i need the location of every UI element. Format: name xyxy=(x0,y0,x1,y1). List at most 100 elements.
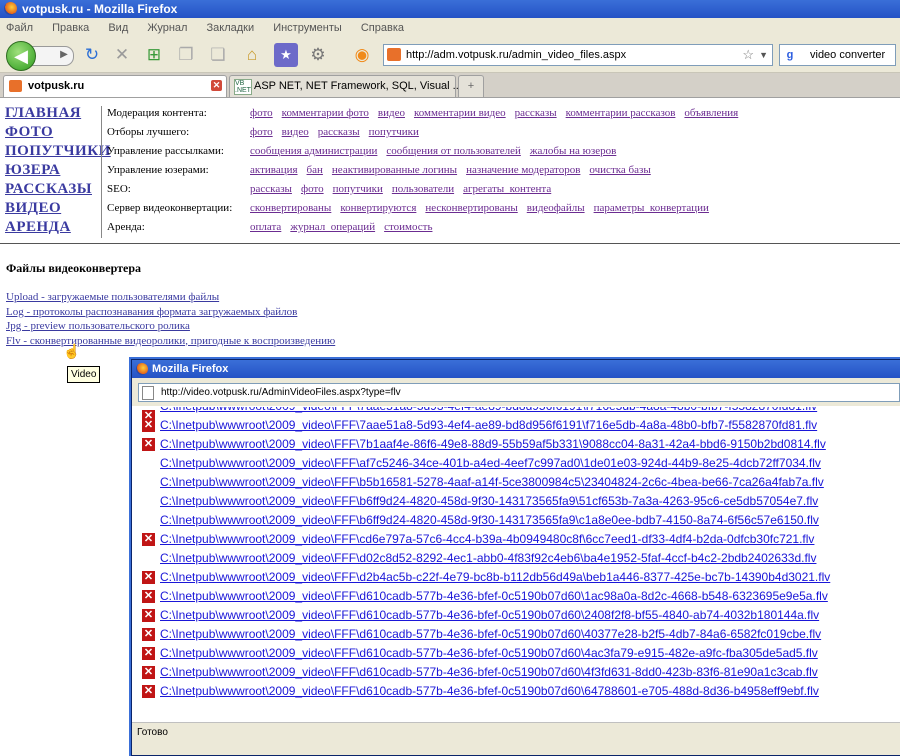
category-link[interactable]: сконвертированы xyxy=(250,202,331,214)
category-link[interactable]: комментарии рассказов xyxy=(566,107,676,119)
google-search-icon[interactable]: g xyxy=(783,48,797,62)
file-link[interactable]: C:\Inetpub\wwwroot\2009_video\FFF\d02c8d… xyxy=(160,549,816,568)
popup-url-field[interactable]: http://video.votpusk.ru/AdminVideoFiles.… xyxy=(138,383,900,402)
nav-yuzera[interactable]: ЮЗЕРА xyxy=(5,161,100,180)
rss-icon[interactable]: ◉ xyxy=(350,43,374,67)
stop-icon[interactable]: ✕ xyxy=(110,43,134,67)
category-link[interactable]: неактивированные логины xyxy=(332,164,457,176)
category-link[interactable]: активация xyxy=(250,164,298,176)
back-arrow-icon[interactable]: ◀ xyxy=(6,41,36,71)
category-link[interactable]: конвертируются xyxy=(340,202,416,214)
category-link[interactable]: оплата xyxy=(250,221,281,233)
tab-aspnet[interactable]: VB .NET ASP NET, NET Framework, SQL, Vis… xyxy=(229,75,462,97)
window-titlebar[interactable]: votpusk.ru - Mozilla Firefox xyxy=(0,0,900,18)
category-link[interactable]: рассказы xyxy=(515,107,557,119)
category-link[interactable]: сообщения администрации xyxy=(250,145,377,157)
forward-arrow-icon[interactable]: ▶ xyxy=(52,43,76,67)
address-url[interactable]: http://adm.votpusk.ru/admin_video_files.… xyxy=(406,45,626,65)
category-link[interactable]: фото xyxy=(250,107,273,119)
bookmark-star-icon[interactable]: ★ xyxy=(274,43,298,67)
category-label: Аренда: xyxy=(107,221,145,233)
category-link[interactable]: сообщения от пользователей xyxy=(386,145,520,157)
file-link[interactable]: C:\Inetpub\wwwroot\2009_video\FFF\b6ff9d… xyxy=(160,511,819,530)
file-link[interactable]: C:\Inetpub\wwwroot\2009_video\FFF\d610ca… xyxy=(160,606,819,625)
nav-divider xyxy=(101,106,102,238)
category-link[interactable]: видео xyxy=(282,126,309,138)
category-link[interactable]: попутчики xyxy=(333,183,383,195)
bookmark-this-icon[interactable]: ☆ xyxy=(742,45,754,65)
menu-view[interactable]: Вид xyxy=(108,18,128,38)
popup-titlebar[interactable]: Mozilla Firefox xyxy=(132,360,900,378)
category-link[interactable]: несконвертированы xyxy=(425,202,517,214)
category-link[interactable]: стоимость xyxy=(384,221,432,233)
file-row: ✕ C:\Inetpub\wwwroot\2009_video\FFF\d610c… xyxy=(140,606,900,625)
file-list: ✕ C:\Inetpub\wwwroot\2009_video\FFF\7aae5… xyxy=(140,407,900,718)
menu-tools[interactable]: Инструменты xyxy=(273,18,342,38)
search-box[interactable]: g video converter xyxy=(779,44,896,66)
category-link[interactable]: объявления xyxy=(684,107,738,119)
new-tab-button[interactable]: + xyxy=(458,75,484,97)
tab-label: votpusk.ru xyxy=(28,80,85,92)
file-link[interactable]: C:\Inetpub\wwwroot\2009_video\FFF\d610ca… xyxy=(160,587,828,606)
category-link[interactable]: назначение модераторов xyxy=(466,164,580,176)
nav-arenda[interactable]: АРЕНДА xyxy=(5,218,100,237)
addons-icon[interactable]: ⚙ xyxy=(306,43,330,67)
file-link[interactable]: C:\Inetpub\wwwroot\2009_video\FFF\7aae51… xyxy=(160,416,817,435)
search-input[interactable]: video converter xyxy=(810,45,885,65)
file-link[interactable]: C:\Inetpub\wwwroot\2009_video\FFF\d610ca… xyxy=(160,625,821,644)
log-link[interactable]: Log - протоколы распознавания формата за… xyxy=(6,305,335,320)
file-link[interactable]: C:\Inetpub\wwwroot\2009_video\FFF\b6ff9d… xyxy=(160,492,818,511)
home-icon[interactable]: ⌂ xyxy=(240,43,264,67)
tab-label: ASP NET, NET Framework, SQL, Visual ... xyxy=(254,80,462,92)
file-link[interactable]: C:\Inetpub\wwwroot\2009_video\FFF\d2b4ac… xyxy=(160,568,830,587)
reload-icon[interactable]: ↻ xyxy=(80,43,104,67)
file-link[interactable]: C:\Inetpub\wwwroot\2009_video\FFF\cd6e79… xyxy=(160,530,814,549)
close-tab-icon[interactable]: ✕ xyxy=(211,80,222,91)
file-link[interactable]: C:\Inetpub\wwwroot\2009_video\FFF\d610ca… xyxy=(160,682,819,701)
copy-icon[interactable]: ❐ xyxy=(174,43,198,67)
address-bar[interactable]: http://adm.votpusk.ru/admin_video_files.… xyxy=(383,44,773,66)
popup-statusbar: Готово xyxy=(132,722,900,755)
category-link[interactable]: параметры_конвертации xyxy=(594,202,709,214)
paste-icon[interactable]: ❏ xyxy=(206,43,230,67)
file-link[interactable]: C:\Inetpub\wwwroot\2009_video\FFF\b5b165… xyxy=(160,473,824,492)
popup-address-bar: http://video.votpusk.ru/AdminVideoFiles.… xyxy=(132,378,900,406)
menu-file[interactable]: Файл xyxy=(6,18,33,38)
menu-edit[interactable]: Правка xyxy=(52,18,89,38)
menu-help[interactable]: Справка xyxy=(361,18,404,38)
category-link[interactable]: агрегаты_контента xyxy=(463,183,551,195)
category-link[interactable]: видео xyxy=(378,107,405,119)
file-link[interactable]: C:\Inetpub\wwwroot\2009_video\FFF\d610ca… xyxy=(160,644,818,663)
flv-link[interactable]: Flv - сконвертированные видеоролики, при… xyxy=(6,334,335,349)
tab-votpusk[interactable]: votpusk.ru ✕ xyxy=(3,75,227,97)
category-link[interactable]: журнал_операций xyxy=(290,221,375,233)
category-link[interactable]: жалобы на юзеров xyxy=(530,145,616,157)
category-link[interactable]: фото xyxy=(301,183,324,195)
nav-foto[interactable]: ФОТО xyxy=(5,123,100,142)
file-link[interactable]: C:\Inetpub\wwwroot\2009_video\FFF\af7c52… xyxy=(160,454,821,473)
menu-history[interactable]: Журнал xyxy=(147,18,187,38)
new-tab-icon[interactable]: ⊞ xyxy=(142,43,166,67)
nav-glavnaya[interactable]: ГЛАВНАЯ xyxy=(5,104,100,123)
category-link[interactable]: бан xyxy=(307,164,323,176)
nav-rasskazy[interactable]: РАССКАЗЫ xyxy=(5,180,100,199)
category-link[interactable]: пользователи xyxy=(392,183,454,195)
menu-bookmarks[interactable]: Закладки xyxy=(207,18,255,38)
nav-poputchiki[interactable]: ПОПУТЧИКИ xyxy=(5,142,110,161)
nav-video[interactable]: ВИДЕО xyxy=(5,199,100,218)
file-link[interactable]: C:\Inetpub\wwwroot\2009_video\FFF\d610ca… xyxy=(160,663,818,682)
jpg-link[interactable]: Jpg - preview пользовательского ролика xyxy=(6,319,335,334)
category-link[interactable]: попутчики xyxy=(369,126,419,138)
address-dropdown-icon[interactable]: ▼ xyxy=(759,45,768,65)
error-icon: ✕ xyxy=(142,685,155,698)
category-link[interactable]: рассказы xyxy=(250,183,292,195)
category-link[interactable]: комментарии фото xyxy=(282,107,369,119)
file-link[interactable]: C:\Inetpub\wwwroot\2009_video\FFF\7aae51… xyxy=(160,407,817,416)
upload-link[interactable]: Upload - загружаемые пользователями файл… xyxy=(6,290,335,305)
category-link[interactable]: комментарии видео xyxy=(414,107,506,119)
category-link[interactable]: очистка базы xyxy=(589,164,650,176)
file-link[interactable]: C:\Inetpub\wwwroot\2009_video\FFF\7b1aaf… xyxy=(160,435,826,454)
category-link[interactable]: фото xyxy=(250,126,273,138)
category-link[interactable]: рассказы xyxy=(318,126,360,138)
category-link[interactable]: видеофайлы xyxy=(527,202,585,214)
